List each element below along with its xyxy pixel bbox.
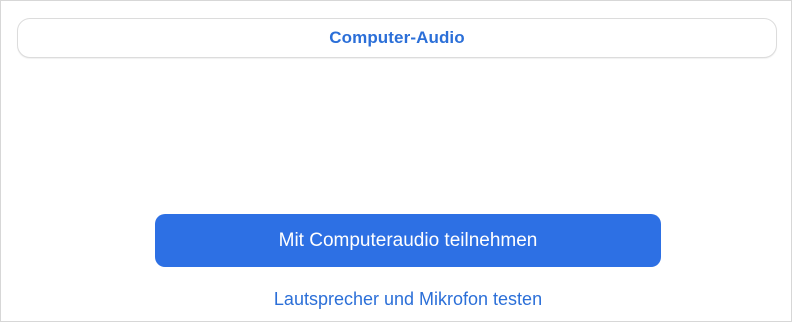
tab-bar: Computer-Audio [17, 18, 777, 58]
audio-dialog: Computer-Audio Mit Computeraudio teilneh… [0, 0, 792, 322]
tab-computer-audio[interactable]: Computer-Audio [329, 28, 465, 48]
test-speaker-microphone-link[interactable]: Lautsprecher und Mikrofon testen [155, 285, 661, 313]
join-with-computer-audio-button[interactable]: Mit Computeraudio teilnehmen [155, 214, 661, 267]
